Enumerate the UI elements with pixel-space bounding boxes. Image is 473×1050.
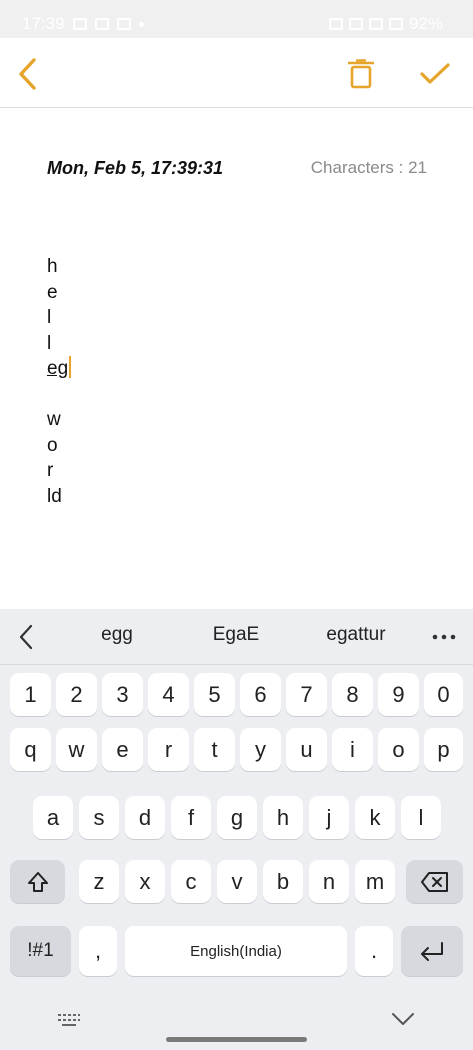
backspace-key[interactable] — [406, 860, 463, 903]
checkmark-icon — [420, 63, 450, 84]
key-5[interactable]: 5 — [194, 673, 235, 716]
note-line-composing: eg — [47, 356, 247, 382]
key-h[interactable]: h — [263, 796, 303, 839]
home-indicator[interactable] — [166, 1037, 307, 1042]
suggestion-back-button[interactable] — [12, 623, 40, 651]
key-s[interactable]: s — [79, 796, 119, 839]
key-9[interactable]: 9 — [378, 673, 419, 716]
keyboard-divider — [0, 664, 473, 665]
delete-button[interactable] — [341, 54, 381, 94]
key-b[interactable]: b — [263, 860, 303, 903]
chevron-left-icon — [19, 624, 33, 650]
mail-icon — [116, 18, 131, 30]
note-line: ld — [47, 485, 62, 507]
key-g[interactable]: g — [217, 796, 257, 839]
key-m[interactable]: m — [355, 860, 395, 903]
note-text-editor[interactable]: h e l l eg w o r ld — [47, 254, 247, 509]
save-button[interactable] — [415, 54, 455, 94]
shift-key[interactable] — [10, 860, 65, 903]
key-q[interactable]: q — [10, 728, 51, 771]
key-u[interactable]: u — [286, 728, 327, 771]
note-line: l — [47, 307, 52, 328]
key-n[interactable]: n — [309, 860, 349, 903]
status-time: 17:39 — [22, 14, 65, 33]
character-count: Characters : 21 — [310, 158, 427, 177]
note-line: e — [47, 281, 58, 303]
keyboard-switch-button[interactable] — [57, 1012, 81, 1033]
comma-key[interactable]: , — [79, 926, 117, 976]
more-notifications-icon — [138, 21, 144, 27]
more-horizontal-icon — [432, 634, 456, 640]
back-button[interactable] — [8, 54, 48, 94]
key-w[interactable]: w — [56, 728, 97, 771]
note-line: w — [47, 409, 61, 430]
period-key[interactable]: . — [355, 926, 393, 976]
enter-key[interactable] — [401, 926, 463, 976]
status-bar-right: 92% — [328, 14, 443, 34]
suggestion-item[interactable]: EgaE — [181, 624, 291, 646]
mute-icon — [348, 18, 363, 30]
key-0[interactable]: 0 — [424, 673, 463, 716]
gallery-icon — [94, 18, 109, 30]
alarm-icon — [328, 18, 343, 30]
key-t[interactable]: t — [194, 728, 235, 771]
suggestion-bar: egg EgaE egattur — [0, 609, 473, 664]
key-i[interactable]: i — [332, 728, 373, 771]
more-options-button[interactable] — [429, 627, 459, 647]
key-1[interactable]: 1 — [10, 673, 51, 716]
key-4[interactable]: 4 — [148, 673, 189, 716]
trash-icon — [348, 59, 374, 89]
note-toolbar — [0, 38, 473, 108]
key-x[interactable]: x — [125, 860, 165, 903]
note-line: l — [47, 332, 52, 354]
key-j[interactable]: j — [309, 796, 349, 839]
key-z[interactable]: z — [79, 860, 119, 903]
hide-keyboard-button[interactable] — [390, 1009, 416, 1034]
key-e[interactable]: e — [102, 728, 143, 771]
suggestion-item[interactable]: egattur — [301, 624, 411, 646]
battery-level: 92% — [408, 14, 443, 33]
note-date: Mon, Feb 5, 17:39:31 — [47, 158, 224, 178]
soft-keyboard: egg EgaE egattur 1 2 3 4 5 6 7 8 9 0 q w… — [0, 609, 473, 1050]
key-l[interactable]: l — [401, 796, 441, 839]
signal-icon — [388, 18, 403, 30]
backspace-icon — [420, 871, 448, 892]
key-6[interactable]: 6 — [240, 673, 281, 716]
key-3[interactable]: 3 — [102, 673, 143, 716]
note-line: h — [47, 256, 58, 277]
note-line — [47, 382, 247, 408]
key-k[interactable]: k — [355, 796, 395, 839]
status-bar-left: 17:39 — [22, 14, 144, 34]
composing-text: eg — [47, 358, 69, 379]
chevron-down-icon — [392, 1013, 414, 1025]
key-y[interactable]: y — [240, 728, 281, 771]
note-line: r — [47, 460, 54, 481]
status-bar: 17:39 92% — [0, 0, 473, 38]
symbols-key[interactable]: !#1 — [10, 926, 71, 976]
space-key[interactable]: English(India) — [125, 926, 347, 976]
keyboard-nav-bar — [0, 999, 473, 1050]
key-f[interactable]: f — [171, 796, 211, 839]
note-meta: Mon, Feb 5, 17:39:31 Characters : 21 — [47, 158, 427, 182]
key-r[interactable]: r — [148, 728, 189, 771]
text-cursor — [69, 356, 72, 378]
suggestion-item[interactable]: egg — [62, 624, 172, 646]
note-line: o — [47, 434, 58, 456]
key-o[interactable]: o — [378, 728, 419, 771]
key-8[interactable]: 8 — [332, 673, 373, 716]
key-v[interactable]: v — [217, 860, 257, 903]
key-d[interactable]: d — [125, 796, 165, 839]
chevron-left-icon — [19, 58, 36, 90]
keyboard-icon — [58, 1014, 80, 1026]
enter-icon — [421, 942, 443, 961]
key-c[interactable]: c — [171, 860, 211, 903]
key-2[interactable]: 2 — [56, 673, 97, 716]
notification-icon — [72, 18, 87, 30]
key-a[interactable]: a — [33, 796, 73, 839]
key-7[interactable]: 7 — [286, 673, 327, 716]
key-p[interactable]: p — [424, 728, 463, 771]
shift-icon — [27, 871, 48, 892]
wifi-icon — [368, 18, 383, 30]
